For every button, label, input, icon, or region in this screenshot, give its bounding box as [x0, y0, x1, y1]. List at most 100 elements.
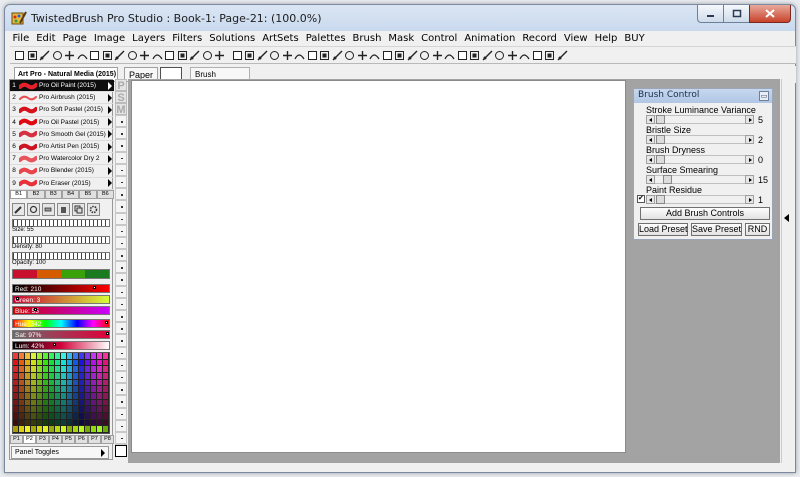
smudge-icon[interactable]: [432, 49, 443, 61]
palette-color[interactable]: [103, 366, 109, 373]
menu-view[interactable]: View: [560, 33, 591, 44]
brush-item[interactable]: 2 Pro Airbrush (2015): [10, 92, 114, 105]
menu-record[interactable]: Record: [519, 33, 561, 44]
density-slider[interactable]: Density: 80: [12, 236, 110, 250]
crop-icon[interactable]: [282, 49, 293, 61]
side-slot-button[interactable]: [115, 297, 127, 310]
increase-arrow-icon[interactable]: [745, 135, 754, 144]
hue-slider[interactable]: Hue: 342: [12, 319, 110, 328]
warp-icon[interactable]: [469, 49, 480, 61]
decrease-arrow-icon[interactable]: [646, 155, 655, 164]
line-icon[interactable]: [232, 49, 243, 61]
minimize-button[interactable]: [697, 5, 723, 23]
side-slot-button[interactable]: [115, 200, 127, 213]
size-slider[interactable]: Size: 55: [12, 219, 110, 233]
brush-bank-tab[interactable]: B4: [61, 190, 80, 199]
side-s-button[interactable]: S: [115, 91, 127, 104]
color-box[interactable]: [115, 445, 127, 457]
settings-gear-icon[interactable]: [87, 203, 100, 216]
side-slot-button[interactable]: [115, 346, 127, 359]
fill-icon[interactable]: [357, 49, 368, 61]
clone-icon[interactable]: [444, 49, 455, 61]
brush-tool-icon[interactable]: [12, 203, 25, 216]
paint-residue-checkbox[interactable]: ✔: [637, 195, 645, 203]
close-button[interactable]: [749, 5, 791, 23]
side-slot-button[interactable]: [115, 151, 127, 164]
color-swatch[interactable]: [13, 270, 37, 278]
brush-item[interactable]: 7 Pro Watercolor Dry 2: [10, 153, 114, 166]
side-slot-button[interactable]: [115, 236, 127, 250]
side-slot-button[interactable]: [115, 175, 127, 189]
brush-menu-arrow-icon[interactable]: [108, 166, 112, 175]
side-slot-button[interactable]: [115, 310, 127, 323]
menu-artsets[interactable]: ArtSets: [259, 33, 303, 44]
move-icon[interactable]: [294, 49, 305, 61]
palette-color[interactable]: [103, 386, 109, 393]
grid-icon[interactable]: [102, 49, 113, 61]
palette-tab[interactable]: P5: [62, 435, 75, 444]
side-slot-button[interactable]: [115, 273, 127, 286]
menu-brush[interactable]: Brush: [349, 33, 385, 44]
plugin-icon[interactable]: [544, 49, 555, 61]
blend-icon[interactable]: [407, 49, 418, 61]
saturation-slider[interactable]: Sat: 97%: [12, 330, 110, 339]
palette-tab[interactable]: P1: [10, 435, 23, 444]
decrease-arrow-icon[interactable]: [646, 115, 655, 124]
layer-icon[interactable]: [419, 49, 430, 61]
red-slider[interactable]: Red: 210: [12, 284, 110, 293]
maximize-button[interactable]: [723, 5, 749, 23]
brush-param-slider[interactable]: 5: [646, 115, 766, 125]
random-button[interactable]: RND: [745, 223, 770, 236]
brush-item[interactable]: 4 Pro Oil Pastel (2015): [10, 117, 114, 129]
palette-color[interactable]: [103, 419, 109, 427]
saturation-marker[interactable]: [106, 332, 109, 335]
palette-tab[interactable]: P2: [23, 435, 36, 444]
title-bar[interactable]: TwistedBrush Pro Studio : Book-1: Page-2…: [5, 5, 795, 31]
brush-control-title-bar[interactable]: Brush Control ▭: [634, 89, 772, 103]
slider-thumb[interactable]: [656, 195, 665, 204]
pan-icon[interactable]: [532, 49, 543, 61]
hue-marker[interactable]: [105, 321, 108, 324]
cup-icon[interactable]: [257, 49, 268, 61]
side-slot-button[interactable]: [115, 370, 127, 384]
menu-filters[interactable]: Filters: [169, 33, 206, 44]
brush-item[interactable]: 9 Pro Eraser (2015): [10, 178, 114, 190]
brush-item[interactable]: 3 Pro Soft Pastel (2015): [10, 104, 114, 117]
palette-color[interactable]: [103, 353, 109, 360]
decrease-arrow-icon[interactable]: [646, 135, 655, 144]
stamp2-icon[interactable]: [494, 49, 505, 61]
side-slot-button[interactable]: [115, 322, 127, 335]
copy-icon[interactable]: [72, 203, 85, 216]
zoom-in-icon[interactable]: [189, 49, 200, 61]
scissors-icon[interactable]: [127, 49, 138, 61]
side-slot-button[interactable]: [115, 383, 127, 396]
brush-param-slider[interactable]: 0: [646, 155, 766, 165]
save-icon[interactable]: [39, 49, 50, 61]
menu-solutions[interactable]: Solutions: [206, 33, 259, 44]
red-marker[interactable]: [93, 286, 96, 289]
selection-icon[interactable]: [269, 49, 280, 61]
brush-item[interactable]: 1 Pro Oil Paint (2015): [10, 80, 114, 93]
palette-color[interactable]: [103, 379, 109, 387]
palette-tab[interactable]: P7: [88, 435, 101, 444]
brush-param-slider[interactable]: 2: [646, 135, 766, 145]
brush-item[interactable]: 8 Pro Blender (2015): [10, 165, 114, 178]
save-preset-button[interactable]: Save Preset: [691, 223, 742, 236]
menu-mask[interactable]: Mask: [385, 33, 418, 44]
measure-icon[interactable]: [202, 49, 213, 61]
increase-arrow-icon[interactable]: [745, 115, 754, 124]
brush-menu-arrow-icon[interactable]: [108, 105, 112, 114]
new-page-icon[interactable]: [14, 49, 25, 61]
paste-icon[interactable]: [76, 49, 88, 61]
increase-arrow-icon[interactable]: [745, 155, 754, 164]
menu-buy[interactable]: BUY: [621, 33, 648, 44]
brush-menu-arrow-icon[interactable]: [108, 93, 112, 102]
print-icon[interactable]: [52, 49, 63, 61]
panel-menu-icon[interactable]: ▭: [759, 91, 769, 101]
airbrush-icon[interactable]: [319, 49, 330, 61]
pattern-icon[interactable]: [382, 49, 393, 61]
opacity-slider[interactable]: Opacity: 100: [12, 252, 110, 266]
blue-marker[interactable]: [34, 308, 37, 311]
menu-page[interactable]: Page: [59, 33, 90, 44]
dropper-icon[interactable]: [244, 49, 255, 61]
